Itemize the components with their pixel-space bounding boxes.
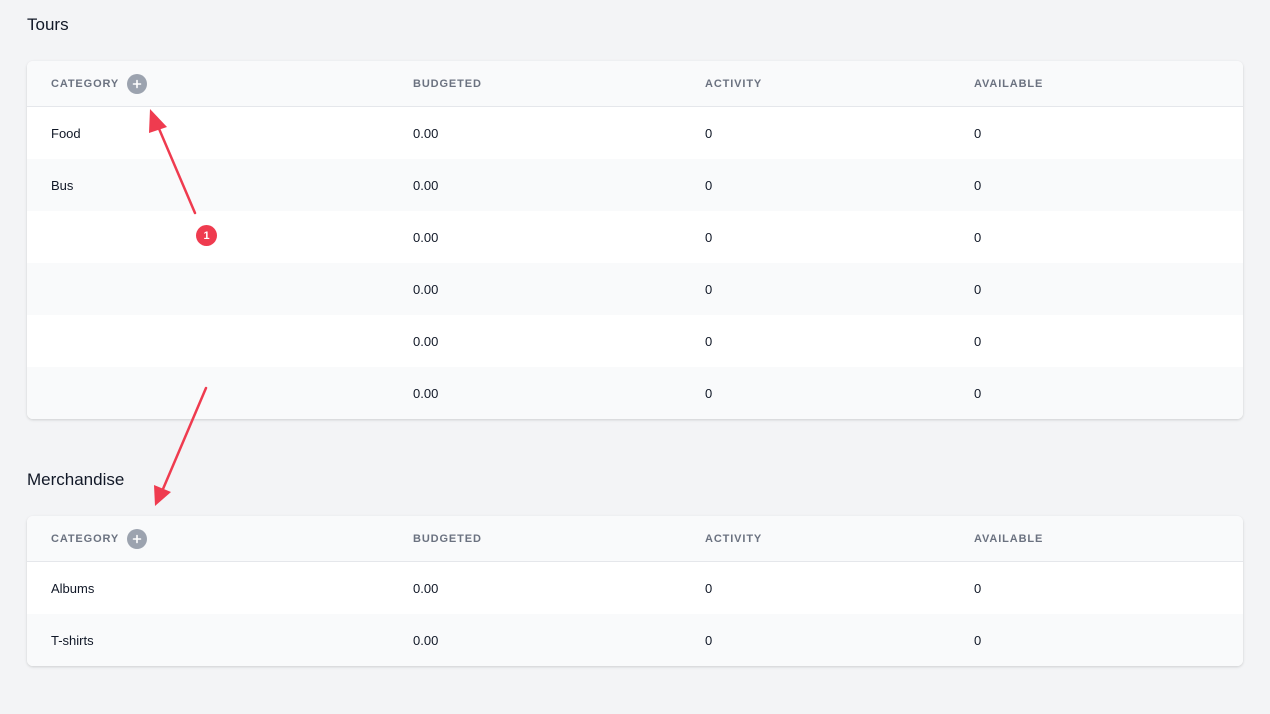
- activity-cell: 0: [705, 385, 713, 401]
- available-cell: 0: [974, 580, 982, 596]
- available-cell: 0: [974, 177, 982, 193]
- column-header-activity: ACTIVITY: [705, 532, 763, 545]
- category-cell[interactable]: Albums: [51, 562, 94, 614]
- table-header: CATEGORY BUDGETED ACTIVITY AVAILABLE: [27, 61, 1243, 107]
- available-cell: 0: [974, 632, 982, 648]
- column-header-category: CATEGORY: [51, 61, 148, 106]
- budgeted-cell[interactable]: 0.00: [413, 614, 438, 666]
- column-header-label: CATEGORY: [51, 532, 120, 545]
- section-title-merchandise: Merchandise: [27, 470, 125, 489]
- annotation-badge: 1: [196, 225, 217, 246]
- activity-cell: 0: [705, 632, 713, 648]
- table-row[interactable]: Food 0.00 0 0: [27, 107, 1243, 159]
- column-header-budgeted: BUDGETED: [413, 77, 482, 90]
- add-category-button[interactable]: [127, 528, 148, 549]
- column-header-available: AVAILABLE: [974, 532, 1044, 545]
- table-row[interactable]: 0.00 0 0: [27, 263, 1243, 315]
- table-row[interactable]: T-shirts 0.00 0 0: [27, 614, 1243, 666]
- table-row[interactable]: 0.00 0 0: [27, 315, 1243, 367]
- category-cell[interactable]: T-shirts: [51, 614, 94, 666]
- budgeted-cell[interactable]: 0.00: [413, 159, 438, 211]
- add-category-button[interactable]: [127, 73, 148, 94]
- available-cell: 0: [974, 333, 982, 349]
- table-row[interactable]: 0.00 0 0: [27, 367, 1243, 419]
- plus-icon: [132, 79, 142, 88]
- activity-cell: 0: [705, 177, 713, 193]
- available-cell: 0: [974, 229, 982, 245]
- available-cell: 0: [974, 385, 982, 401]
- budgeted-cell[interactable]: 0.00: [413, 107, 438, 159]
- table-header: CATEGORY BUDGETED ACTIVITY AVAILABLE: [27, 516, 1243, 562]
- budgeted-cell[interactable]: 0.00: [413, 263, 438, 315]
- column-header-budgeted: BUDGETED: [413, 532, 482, 545]
- section-title-tours: Tours: [27, 15, 69, 34]
- plus-icon: [132, 534, 142, 543]
- activity-cell: 0: [705, 229, 713, 245]
- activity-cell: 0: [705, 580, 713, 596]
- budgeted-cell[interactable]: 0.00: [413, 367, 438, 419]
- budgeted-cell[interactable]: 0.00: [413, 211, 438, 263]
- column-header-category: CATEGORY: [51, 516, 148, 561]
- category-cell[interactable]: Food: [51, 107, 81, 159]
- budgeted-cell[interactable]: 0.00: [413, 315, 438, 367]
- activity-cell: 0: [705, 125, 713, 141]
- column-header-available: AVAILABLE: [974, 77, 1044, 90]
- category-cell[interactable]: Bus: [51, 159, 73, 211]
- available-cell: 0: [974, 125, 982, 141]
- table-row[interactable]: Bus 0.00 0 0: [27, 159, 1243, 211]
- available-cell: 0: [974, 281, 982, 297]
- merchandise-table: CATEGORY BUDGETED ACTIVITY AVAILABLE Alb…: [27, 516, 1243, 666]
- column-header-label: CATEGORY: [51, 77, 120, 90]
- column-header-activity: ACTIVITY: [705, 77, 763, 90]
- activity-cell: 0: [705, 333, 713, 349]
- activity-cell: 0: [705, 281, 713, 297]
- table-row[interactable]: Albums 0.00 0 0: [27, 562, 1243, 614]
- budgeted-cell[interactable]: 0.00: [413, 562, 438, 614]
